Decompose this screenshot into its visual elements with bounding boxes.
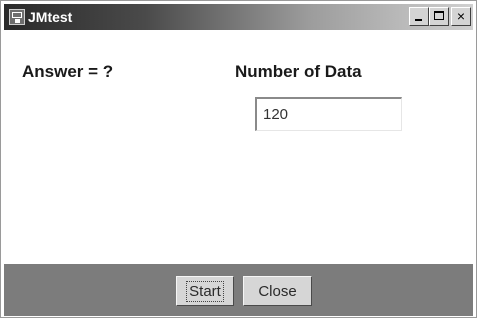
start-button-label: Start	[186, 280, 224, 302]
maximize-icon	[434, 11, 444, 20]
close-window-button[interactable]: ×	[451, 7, 471, 26]
number-of-data-label: Number of Data	[235, 62, 362, 81]
title-bar[interactable]: JMtest ×	[4, 4, 473, 30]
button-bar: Start Close	[4, 264, 473, 316]
close-button[interactable]: Close	[243, 276, 312, 306]
close-icon: ×	[456, 8, 466, 24]
start-button[interactable]: Start	[176, 276, 234, 306]
number-of-data-input[interactable]	[255, 97, 402, 131]
app-window: JMtest × Answer = ? Number of Data Start…	[0, 0, 477, 318]
minimize-icon	[415, 19, 422, 21]
main-panel: Answer = ? Number of Data	[4, 30, 473, 264]
app-window-icon[interactable]	[9, 9, 25, 25]
answer-label: Answer = ?	[22, 62, 114, 81]
minimize-button[interactable]	[409, 7, 429, 26]
window-title: JMtest	[28, 9, 73, 25]
maximize-button[interactable]	[429, 7, 449, 26]
